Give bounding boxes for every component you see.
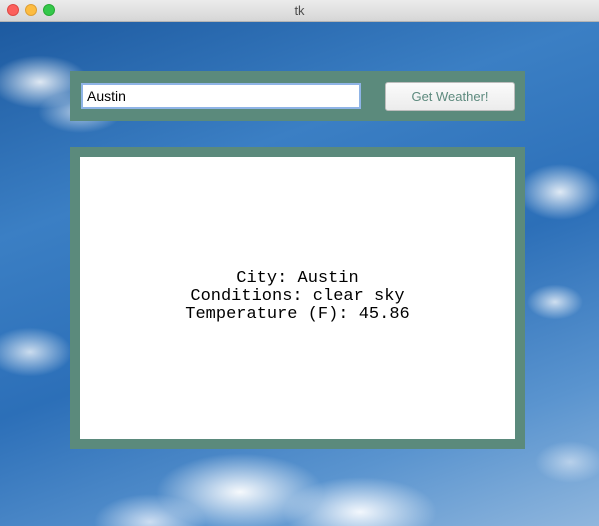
result-frame: City: Austin Conditions: clear sky Tempe… bbox=[70, 147, 525, 449]
result-panel: City: Austin Conditions: clear sky Tempe… bbox=[80, 157, 515, 439]
city-line: City: Austin bbox=[236, 269, 359, 288]
window-title: tk bbox=[294, 3, 305, 18]
get-weather-button[interactable]: Get Weather! bbox=[385, 82, 515, 111]
conditions-line: Conditions: clear sky bbox=[190, 287, 405, 306]
city-input[interactable] bbox=[81, 83, 361, 109]
search-frame: Get Weather! bbox=[70, 71, 525, 121]
title-bar: tk bbox=[0, 0, 599, 22]
temperature-line: Temperature (F): 45.86 bbox=[185, 305, 410, 324]
weather-result: City: Austin Conditions: clear sky Tempe… bbox=[185, 270, 409, 324]
app-window: tk Get Weather! City: Austin Conditions:… bbox=[0, 0, 599, 526]
